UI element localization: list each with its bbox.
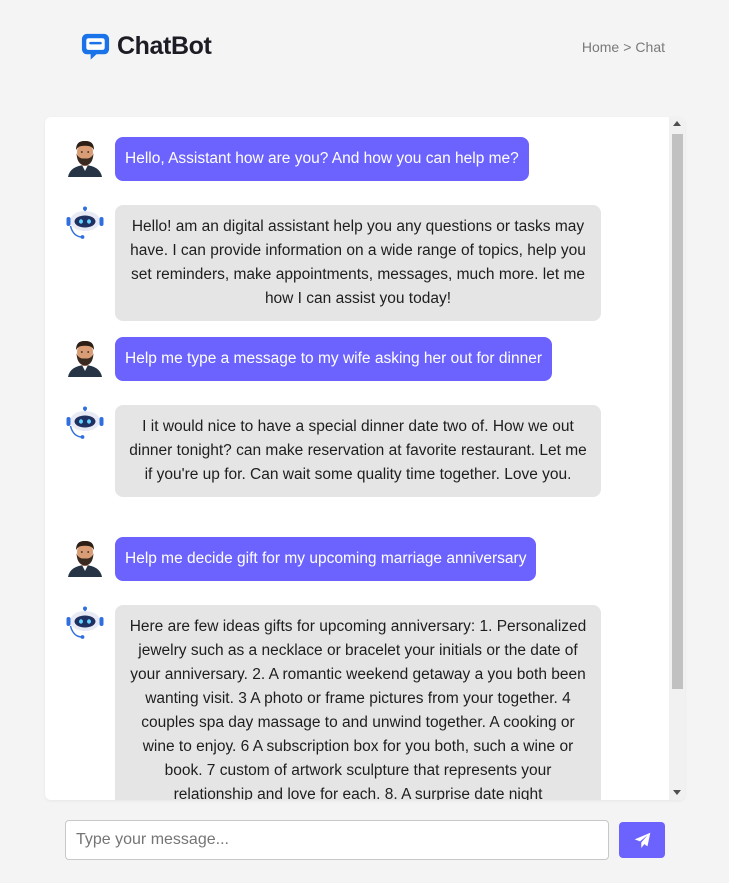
logo[interactable]: ChatBot — [80, 31, 212, 62]
message-composer — [65, 820, 665, 860]
robot-avatar-icon — [66, 206, 104, 239]
man-avatar-icon — [68, 340, 102, 377]
breadcrumb-separator: > — [623, 39, 632, 55]
header: ChatBot Home > Chat — [0, 0, 729, 95]
robot-avatar-icon — [66, 606, 104, 639]
user-message: Help me type a message to my wife asking… — [65, 337, 552, 381]
robot-avatar-icon — [66, 406, 104, 439]
breadcrumb-current: Chat — [635, 39, 665, 55]
message-input[interactable] — [65, 820, 609, 860]
paper-plane-icon — [634, 832, 650, 848]
message-bubble: Here are few ideas gifts for upcoming an… — [115, 605, 601, 800]
app-name: ChatBot — [117, 32, 212, 60]
message-list[interactable]: Hello, Assistant how are you? And how yo… — [45, 117, 669, 800]
message-bubble: I it would nice to have a special dinner… — [115, 405, 601, 497]
message-bubble: Help me type a message to my wife asking… — [115, 337, 552, 381]
bot-message: I it would nice to have a special dinner… — [65, 405, 601, 497]
chat-bubble-logo-icon — [81, 33, 110, 60]
message-bubble: Help me decide gift for my upcoming marr… — [115, 537, 537, 581]
man-avatar-icon — [68, 540, 102, 577]
send-button[interactable] — [619, 822, 665, 858]
bot-message: Here are few ideas gifts for upcoming an… — [65, 605, 601, 800]
scroll-down-arrow-icon[interactable] — [673, 790, 681, 795]
user-message: Help me decide gift for my upcoming marr… — [65, 537, 537, 581]
user-message: Hello, Assistant how are you? And how yo… — [65, 137, 529, 181]
message-bubble: Hello! am an digital assistant help you … — [115, 205, 601, 321]
chat-window: Hello, Assistant how are you? And how yo… — [45, 117, 685, 800]
scrollbar[interactable] — [669, 117, 685, 800]
breadcrumb: Home > Chat — [582, 39, 665, 55]
bot-message: Hello! am an digital assistant help you … — [65, 205, 601, 321]
scroll-up-arrow-icon[interactable] — [673, 121, 681, 126]
breadcrumb-home-link[interactable]: Home — [582, 39, 619, 55]
scrollbar-thumb[interactable] — [672, 134, 683, 689]
message-bubble: Hello, Assistant how are you? And how yo… — [115, 137, 529, 181]
man-avatar-icon — [68, 140, 102, 177]
